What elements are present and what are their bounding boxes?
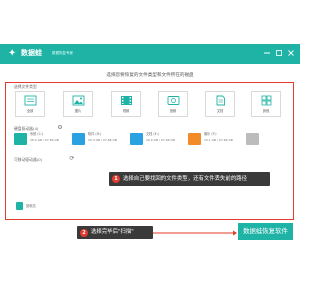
removable-drive-section-label: 可移动驱动器(0) [14, 157, 43, 162]
video-icon [121, 96, 132, 105]
app-logo-icon: ✦ [8, 48, 17, 59]
close-icon [288, 50, 294, 56]
file-type-label: 视频 [122, 109, 130, 113]
file-type-section-label: 选择文件类型 [14, 84, 37, 89]
app-subtitle: 数据恢复专家 [52, 51, 73, 55]
drive-size: 26.9 GB / 97.66 GB [146, 138, 175, 142]
drive-name: 系统 (C:) [30, 132, 44, 136]
file-type-card-video[interactable]: 视频 [111, 91, 141, 117]
drive-icon [72, 133, 85, 145]
file-type-label: 其他 [262, 109, 270, 113]
callout-step-1: 1 选择自己要找回的文件类型，还有文件丢失前的路径 [109, 172, 270, 186]
file-type-card-audio[interactable]: 音频 [158, 91, 188, 117]
recycle-bin-icon [16, 202, 23, 210]
drive-size: 28.4 GB / 97.66 GB [30, 138, 59, 142]
minimize-icon [264, 52, 270, 54]
drive-icon [188, 133, 201, 145]
file-type-label: 文档 [216, 109, 224, 113]
drive-icon [130, 133, 143, 145]
close-button[interactable] [286, 48, 296, 58]
arrow-icon [153, 230, 237, 236]
drive-size: 15.1 GB / 97.66 GB [204, 138, 233, 142]
drive-name: 娱乐 (F:) [204, 132, 217, 136]
drive-item-d[interactable]: 软件 (D:) 20.3 GB / 97.66 GB [72, 131, 122, 147]
drive-select-radio[interactable] [58, 125, 62, 129]
brand-banner: 数据蛙恢复软件 [238, 223, 293, 240]
file-type-card-document[interactable]: 文档 [205, 91, 235, 117]
drive-name: 软件 (D:) [88, 132, 102, 136]
drive-item-c[interactable]: 系统 (C:) 28.4 GB / 97.66 GB [14, 131, 64, 147]
recycle-bin-label[interactable]: 回收站 [26, 204, 36, 209]
document-icon [216, 95, 225, 106]
file-type-card-image[interactable]: 图片 [63, 91, 93, 117]
page-title: 选择您要恢复的文件类型和文件所在的磁盘 [106, 73, 194, 78]
drive-item-e[interactable]: 文档 (E:) 26.9 GB / 97.66 GB [130, 131, 180, 147]
maximize-icon [276, 50, 282, 56]
file-type-card-other[interactable]: 其他 [251, 91, 281, 117]
file-type-label: 图片 [74, 109, 82, 113]
file-type-label: 音频 [169, 109, 177, 113]
step-badge: 1 [112, 175, 120, 183]
file-type-label: 全部 [26, 109, 34, 113]
drive-size: 20.3 GB / 97.66 GB [88, 138, 117, 142]
drive-name: 文档 (E:) [146, 132, 159, 136]
file-type-card-all[interactable]: 全部 [15, 91, 45, 117]
step-badge: 2 [80, 228, 88, 237]
callout-text: 选择自己要找回的文件类型，还有文件丢失前的路径 [123, 176, 247, 182]
system-drive-icon [14, 133, 27, 145]
audio-icon [167, 96, 180, 105]
callout-text: 选择完毕后"扫描" [91, 229, 134, 235]
refresh-icon[interactable]: ⟳ [68, 155, 76, 163]
image-icon [72, 95, 85, 106]
drive-item-f[interactable]: 娱乐 (F:) 15.1 GB / 97.66 GB [188, 131, 238, 147]
callout-step-2: 2 选择完毕后"扫描" [77, 226, 153, 239]
other-icon [261, 95, 272, 106]
minimize-button[interactable] [262, 48, 272, 58]
app-name: 数据蛙 [21, 49, 42, 57]
title-bar [0, 44, 300, 64]
drive-icon[interactable] [246, 133, 259, 145]
maximize-button[interactable] [274, 48, 284, 58]
all-files-icon [24, 95, 37, 106]
